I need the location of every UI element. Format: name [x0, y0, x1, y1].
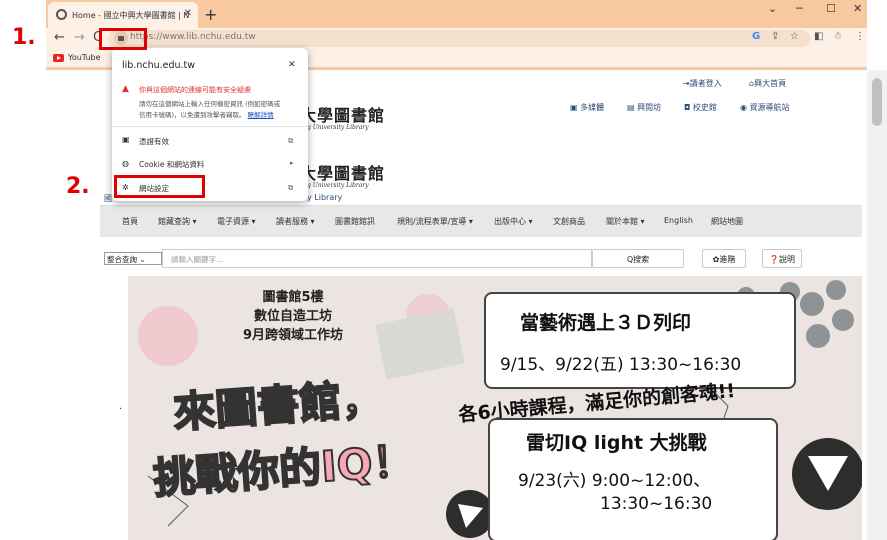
popup-warning-line2: 信用卡號碼)，以免遭到攻擊者竊取。 瞭解詳情 [139, 109, 274, 119]
menu-item[interactable]: 首頁 [122, 216, 138, 227]
step1-label: 1. [12, 25, 36, 50]
scrollbar[interactable] [867, 70, 887, 540]
forward-icon[interactable]: → [74, 30, 85, 45]
menu-item[interactable]: English [664, 216, 693, 225]
step1-highlight-box [99, 28, 147, 50]
menu-item[interactable]: 館藏查詢 ▾ [158, 216, 197, 227]
popup-cookie-item[interactable]: Cookie 和網站資料 [139, 159, 204, 170]
reader-login-label: 讀者登入 [689, 79, 722, 88]
menu-item[interactable]: 文創商品 [553, 216, 585, 227]
nav-reading[interactable]: ▤ 興閱坊 [627, 102, 661, 113]
library-logo-english: g University Library [307, 124, 369, 131]
advanced-search-button[interactable]: ✿進階 [702, 249, 746, 268]
reader-login-link[interactable]: ⇥讀者登入 [683, 78, 722, 89]
library-logo-english-3: y Library [307, 193, 343, 202]
profile-icon[interactable]: ☃ [833, 31, 842, 42]
external-link-icon[interactable]: ⧉ [288, 183, 293, 193]
popup-close-button[interactable]: ✕ [288, 60, 296, 70]
google-lens-icon[interactable]: G [752, 31, 760, 42]
menu-item[interactable]: 關於本館 ▾ [606, 216, 645, 227]
close-window-button[interactable]: ✕ [853, 2, 862, 15]
youtube-icon [53, 54, 64, 62]
popup-warning-line1: 請勿在這個網站上輸入任何機密資訊 (例如密碼或 [139, 100, 281, 108]
banner-left-line3: 9月跨領域工作坊 [242, 328, 344, 343]
search-input[interactable]: 請輸入關鍵字... [162, 249, 592, 268]
nav-multimedia[interactable]: ▣ 多媒體 [570, 102, 604, 113]
warning-icon: ▲ [122, 84, 129, 94]
menu-item[interactable]: 網站地圖 [711, 216, 743, 227]
nav-resources[interactable]: ◉ 資源導航站 [740, 102, 790, 113]
bookmark-youtube[interactable]: YouTube [68, 53, 101, 62]
event-date-3dprint: 9/15、9/22(五) 13:30~16:30 [500, 355, 742, 375]
sidepanel-icon[interactable]: ◧ [814, 31, 823, 42]
browser-tab[interactable]: Home - 國立中興大學圖書館 | N ✕ [48, 2, 198, 28]
step2-highlight-box [114, 175, 205, 198]
search-button[interactable]: Q搜索 [592, 249, 684, 268]
event-title-3dprint: 當藝術遇上３Ｄ列印 [520, 312, 692, 334]
logo-left-fragment: 國 [104, 194, 112, 203]
share-icon[interactable]: ⇪ [771, 31, 779, 42]
popup-certificate-item[interactable]: 憑證有效 [139, 136, 169, 147]
banner-left-line2: 數位自造工坊 [253, 309, 332, 324]
scrollbar-thumb[interactable] [872, 78, 882, 126]
nav-multimedia-label: 多媒體 [580, 103, 605, 112]
nchu-home-link[interactable]: ⌂興大首頁 [749, 78, 786, 89]
popup-warning-line2-text: 信用卡號碼)，以免遭到攻擊者竊取。 [139, 111, 246, 119]
menu-item[interactable]: 出版中心 ▾ [494, 216, 533, 227]
event-panel-laser: 雷切IQ light 大挑戰 9/23(六) 9:00~12:00、 13:30… [488, 418, 778, 540]
library-logo-english-2: g University Library [307, 182, 369, 189]
menu-item[interactable]: 圖書館館訊 [335, 216, 375, 227]
chevron-right-icon[interactable]: ▸ [290, 159, 294, 167]
learn-more-link[interactable]: 瞭解詳情 [248, 111, 274, 119]
url-text[interactable]: https://www.lib.nchu.edu.tw [130, 32, 256, 42]
external-link-icon[interactable]: ⧉ [288, 136, 293, 146]
back-icon[interactable]: ← [54, 30, 65, 45]
minimize-button[interactable]: ─ [796, 2, 803, 15]
nav-history-label: 校史館 [692, 103, 717, 112]
new-tab-button[interactable]: + [204, 5, 217, 24]
help-button[interactable]: ❓說明 [762, 249, 802, 268]
bookmark-star-icon[interactable]: ☆ [790, 31, 799, 42]
event-panel-3dprint: 當藝術遇上３Ｄ列印 9/15、9/22(五) 13:30~16:30 [484, 292, 796, 389]
menu-item[interactable]: 讀者服務 ▾ [276, 216, 315, 227]
popup-domain: lib.nchu.edu.tw [122, 60, 196, 71]
globe-icon [56, 9, 67, 20]
maximize-button[interactable]: ☐ [826, 2, 836, 15]
nav-reading-label: 興閱坊 [637, 103, 662, 112]
main-menu [100, 205, 862, 237]
event-date-laser-2: 13:30~16:30 [600, 494, 713, 514]
popup-warning-title: 你與這個網站的連線可能有安全疑慮 [139, 86, 251, 94]
library-logo-chinese[interactable]: 大學圖書館 [300, 102, 385, 126]
tab-close-icon[interactable]: ✕ [184, 8, 192, 19]
library-logo-chinese-2[interactable]: 大學圖書館 [300, 160, 385, 184]
nav-resources-label: 資源導航站 [749, 103, 790, 112]
menu-item[interactable]: 電子資源 ▾ [217, 216, 256, 227]
banner-left-line1: 圖書館5樓 [262, 290, 324, 305]
certificate-icon: ▣ [122, 135, 130, 144]
event-title-laser: 雷切IQ light 大挑戰 [526, 432, 707, 454]
popup-divider [112, 126, 308, 127]
nav-history[interactable]: ◘ 校史館 [684, 102, 717, 113]
event-date-laser-1: 9/23(六) 9:00~12:00、 [518, 471, 711, 491]
tab-search-icon[interactable]: ⌄ [768, 2, 777, 15]
carousel-dot[interactable]: · [119, 404, 122, 415]
step2-label: 2. [66, 174, 90, 199]
nchu-home-label: 興大首頁 [754, 79, 787, 88]
menu-icon[interactable]: ⋮ [855, 31, 865, 42]
tab-title: Home - 國立中興大學圖書館 | N [72, 11, 190, 20]
search-scope-select[interactable]: 整合查詢 ⌄ [104, 252, 162, 265]
menu-item[interactable]: 規則/流程表單/宣導 ▾ [397, 216, 473, 227]
cookie-icon: ◍ [122, 159, 129, 168]
event-banner[interactable]: 圖書館5樓 數位自造工坊 9月跨領域工作坊 來圖書館， 挑戰你的IQ！ 當藝術遇… [128, 276, 862, 540]
banner-left-text: 圖書館5樓 數位自造工坊 9月跨領域工作坊 [223, 288, 363, 345]
